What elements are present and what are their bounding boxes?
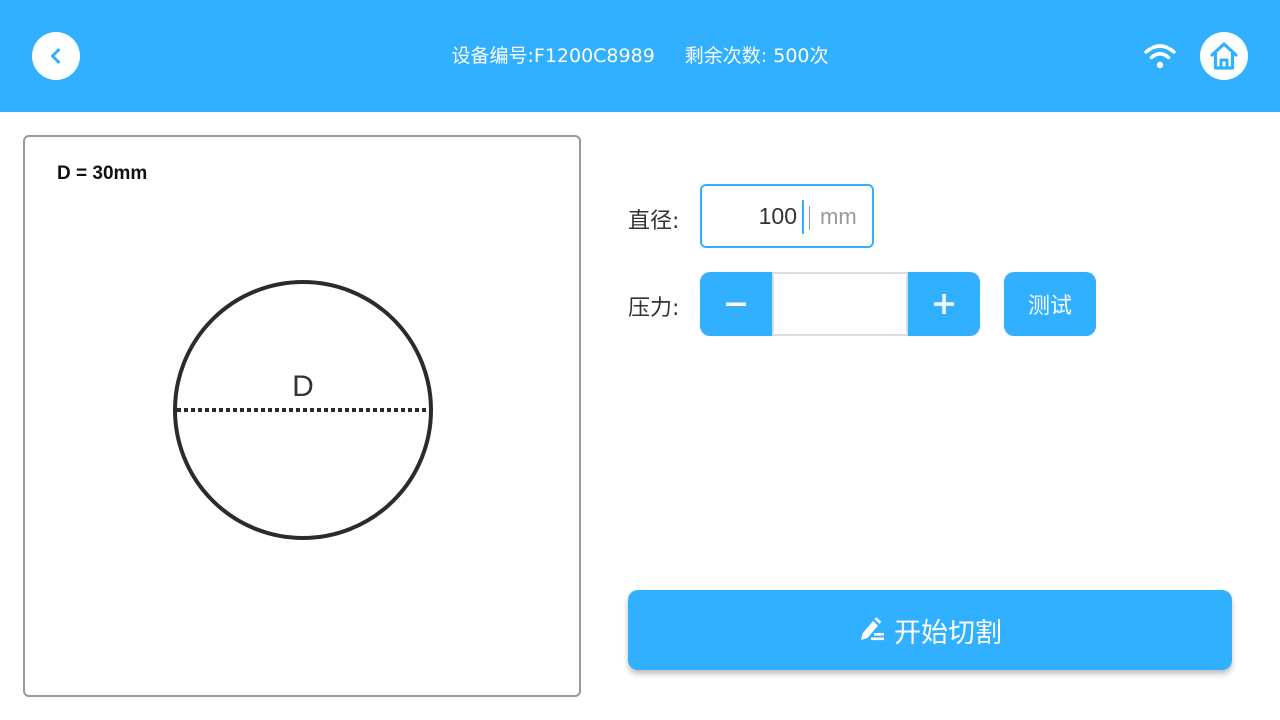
shape-preview-panel: D = 30mm D — [23, 135, 581, 697]
remaining-count-text: 剩余次数: 500次 — [684, 45, 829, 67]
start-cutting-button[interactable]: 开始切割 — [628, 590, 1232, 670]
top-bar: 设备编号:F1200C8989 剩余次数: 500次 — [0, 0, 1280, 112]
diameter-value: 100 — [758, 203, 797, 229]
diameter-label: 直径: — [628, 209, 680, 234]
pressure-label: 压力: — [628, 296, 680, 321]
diameter-letter: D — [292, 370, 314, 403]
start-cutting-label: 开始切割 — [894, 617, 1002, 649]
test-button[interactable]: 测试 — [1004, 272, 1096, 336]
pen-edit-icon — [861, 617, 884, 641]
home-icon — [1210, 42, 1238, 70]
circle-diagram: D — [173, 280, 433, 540]
diameter-input[interactable]: 100 mm — [700, 184, 874, 248]
pressure-increase-button[interactable] — [908, 272, 980, 336]
device-info: 设备编号:F1200C8989 剩余次数: 500次 — [0, 42, 1280, 70]
minus-icon — [726, 302, 746, 306]
device-id-text: 设备编号:F1200C8989 — [451, 45, 655, 67]
pressure-input[interactable] — [772, 272, 908, 336]
unit-divider — [809, 206, 810, 230]
dimension-label: D = 30mm — [57, 163, 148, 184]
diameter-unit: mm — [820, 204, 857, 229]
wifi-icon — [1144, 44, 1176, 69]
home-button[interactable] — [1200, 32, 1248, 80]
plus-icon — [934, 294, 954, 314]
pressure-decrease-button[interactable] — [700, 272, 772, 336]
text-caret — [802, 200, 804, 234]
